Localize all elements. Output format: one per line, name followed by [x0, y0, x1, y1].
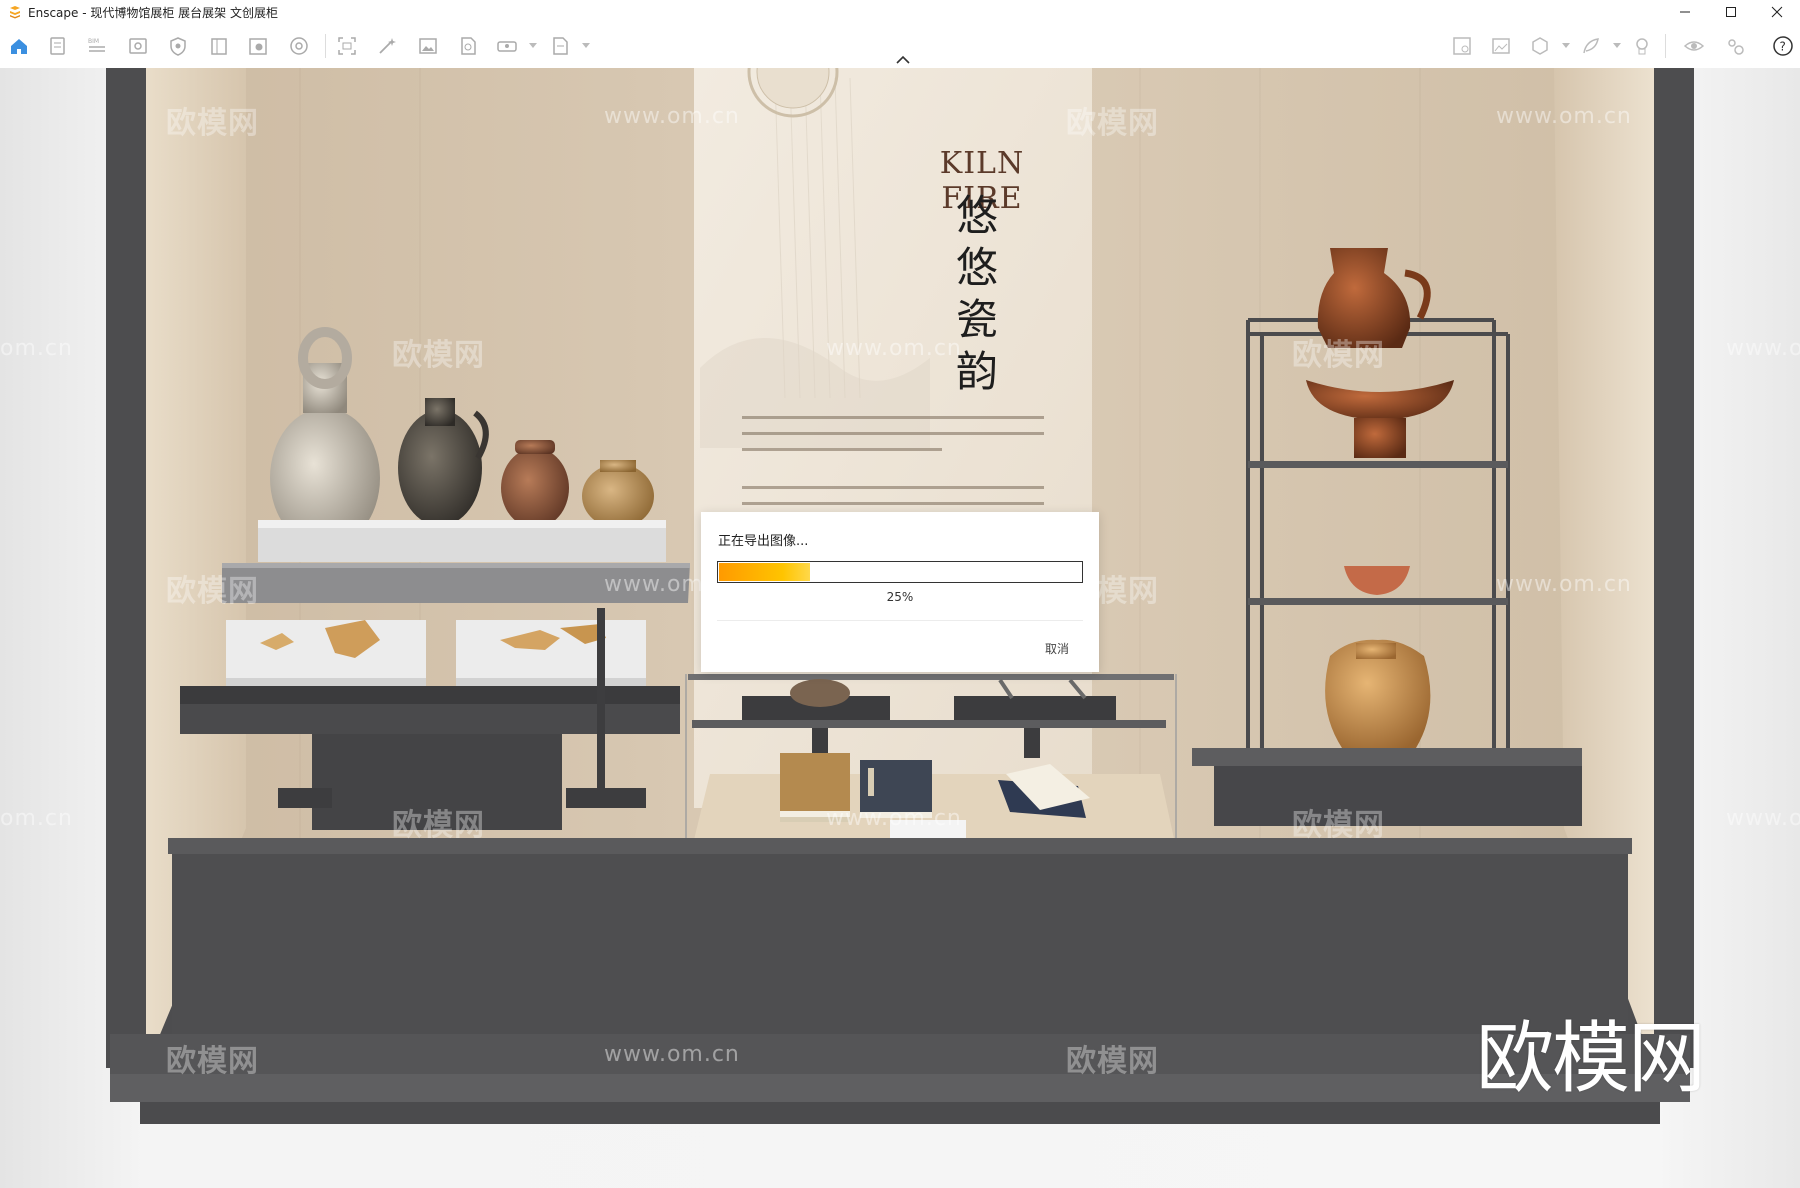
watermark-url: www.om.cn	[604, 104, 740, 129]
watermark: 欧模网	[1066, 1044, 1159, 1079]
watermark: 欧模网	[166, 1044, 259, 1079]
maximize-icon	[1726, 7, 1736, 17]
watermark: 欧模网	[392, 808, 485, 843]
dialog-divider	[717, 620, 1083, 621]
title-bar: Enscape - 现代博物馆展柜 展台展架 文创展柜	[0, 0, 1800, 24]
progress-bar	[717, 561, 1083, 583]
export-progress-dialog: 正在导出图像... 25% 取消	[701, 512, 1099, 672]
watermark-url: om.cn	[0, 806, 73, 831]
notes-icon[interactable]	[47, 35, 69, 57]
toolbar-separator	[1665, 34, 1666, 58]
panorama-icon[interactable]	[496, 35, 518, 57]
svg-text:?: ?	[1780, 40, 1786, 54]
watermark: 欧模网	[1292, 808, 1385, 843]
watermark-url: www.om.cn	[826, 806, 962, 831]
atlas-icon[interactable]	[288, 35, 310, 57]
watermark: 欧模网	[392, 338, 485, 373]
watermark-url: www.om.cn	[1496, 104, 1632, 129]
batch-icon[interactable]	[549, 35, 571, 57]
watermark: 欧模网	[166, 574, 259, 609]
close-button[interactable]	[1754, 0, 1800, 24]
eye-icon[interactable]	[1683, 35, 1705, 57]
svg-text:BIM: BIM	[88, 38, 99, 45]
book-icon[interactable]	[208, 35, 230, 57]
home-icon[interactable]	[8, 35, 30, 57]
capture-icon[interactable]	[336, 35, 358, 57]
minimize-button[interactable]	[1662, 0, 1708, 24]
watermark-url: www.om.cn	[826, 336, 962, 361]
magic-icon[interactable]	[376, 35, 398, 57]
site-logo: 欧模网	[1476, 1014, 1706, 1104]
watermark: 欧模网	[1292, 338, 1385, 373]
cancel-button[interactable]: 取消	[1045, 640, 1069, 657]
settings-icon[interactable]	[1724, 35, 1746, 57]
watermark-url: om.cn	[0, 336, 73, 361]
chevron-down-icon[interactable]	[1562, 43, 1570, 48]
dialog-title: 正在导出图像...	[718, 534, 809, 549]
export-icon[interactable]	[457, 35, 479, 57]
view-icon[interactable]	[127, 35, 149, 57]
material-icon[interactable]	[1451, 35, 1473, 57]
minimize-icon	[1680, 11, 1690, 13]
chevron-down-icon[interactable]	[529, 43, 537, 48]
maximize-button[interactable]	[1708, 0, 1754, 24]
progress-percent: 25%	[886, 590, 914, 604]
shield-icon[interactable]	[167, 35, 189, 57]
close-icon	[1771, 6, 1783, 18]
toolbar-separator	[325, 34, 326, 58]
asset-library-icon[interactable]	[247, 35, 269, 57]
watermark-url: www.om.cn	[1726, 806, 1800, 831]
collapse-toolbar-chevron-icon[interactable]	[894, 54, 912, 66]
box-icon[interactable]	[1529, 35, 1551, 57]
banner-vertical-title: 悠悠瓷韵	[955, 191, 998, 396]
chevron-down-icon[interactable]	[582, 43, 590, 48]
watermark: 欧模网	[166, 106, 259, 141]
screenshot-icon[interactable]	[1490, 35, 1512, 57]
watermark-url: www.om.cn	[1496, 572, 1632, 597]
help-icon[interactable]: ?	[1772, 35, 1794, 57]
watermark-url: www.om.cn	[604, 1042, 740, 1067]
progress-fill	[719, 563, 810, 581]
feather-icon[interactable]	[1580, 35, 1602, 57]
enscape-logo-icon	[10, 6, 20, 19]
tour-icon[interactable]	[1631, 35, 1653, 57]
chevron-down-icon[interactable]	[1613, 43, 1621, 48]
watermark-url: www.om.cn	[1726, 336, 1800, 361]
watermark: 欧模网	[1066, 106, 1159, 141]
window-title: Enscape - 现代博物馆展柜 展台展架 文创展柜	[28, 5, 278, 20]
image-icon[interactable]	[417, 35, 439, 57]
window-controls	[1662, 0, 1800, 24]
bim-icon[interactable]: BIM	[86, 35, 108, 57]
